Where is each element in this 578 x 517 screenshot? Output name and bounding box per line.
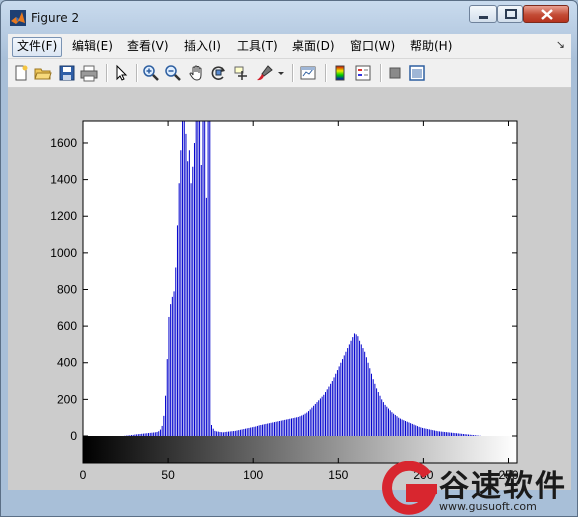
data-cursor-icon[interactable] [233, 64, 251, 82]
open-file-icon[interactable] [34, 64, 52, 82]
menu-edit[interactable]: 编辑(E) [68, 37, 117, 55]
gusu-logo-icon [382, 461, 437, 515]
y-tick-label: 1000 [50, 246, 77, 260]
hide-plot-tools-icon[interactable] [386, 64, 404, 82]
select-arrow-icon[interactable] [112, 64, 130, 82]
y-tick-label: 400 [57, 356, 77, 370]
pan-hand-icon[interactable] [188, 64, 206, 82]
colorbar-icon[interactable] [331, 64, 349, 82]
x-tick-label: 0 [80, 468, 87, 482]
x-tick-label: 150 [328, 468, 348, 482]
rotate-3d-icon[interactable] [210, 64, 228, 82]
close-icon [541, 9, 553, 20]
figure-window: Figure 2 文件(F) 编辑(E) 查看(V) 插入(I) 工具(T) 桌… [0, 0, 578, 517]
brush-icon[interactable] [256, 64, 274, 82]
x-tick-label: 50 [161, 468, 175, 482]
y-tick-label: 0 [70, 429, 77, 443]
new-figure-icon[interactable] [12, 64, 30, 82]
plot-area [83, 121, 517, 463]
minimize-button[interactable] [469, 5, 497, 23]
watermark: 谷速软件 www.gusuoft.com [373, 459, 577, 516]
menu-desktop[interactable]: 桌面(D) [288, 37, 339, 55]
watermark-brand: 谷速软件 [439, 469, 567, 504]
brush-dropdown-icon[interactable] [276, 64, 286, 82]
toolbar-separator [380, 64, 382, 82]
y-tick-label: 200 [57, 392, 77, 406]
zoom-in-icon[interactable] [142, 64, 160, 82]
watermark-url: www.gusuoft.com [439, 500, 537, 513]
menu-help[interactable]: 帮助(H) [406, 37, 456, 55]
close-button[interactable] [523, 5, 569, 23]
link-plot-icon[interactable] [299, 64, 317, 82]
toolbar-separator [136, 64, 138, 82]
menu-window[interactable]: 窗口(W) [346, 37, 399, 55]
menu-insert[interactable]: 插入(I) [180, 37, 225, 55]
menu-bar: 文件(F) 编辑(E) 查看(V) 插入(I) 工具(T) 桌面(D) 窗口(W… [8, 34, 571, 59]
histogram-axes[interactable]: 020040060080010001200140016000 50 100 150 20… [8, 88, 571, 490]
y-tick-label: 600 [57, 319, 77, 333]
toolbar [8, 59, 571, 88]
print-icon[interactable] [80, 64, 98, 82]
menu-view[interactable]: 查看(V) [123, 37, 173, 55]
y-tick-label: 1400 [50, 173, 77, 187]
matlab-logo-icon [10, 10, 26, 26]
y-tick-label: 800 [57, 282, 77, 296]
toolbar-separator [292, 64, 294, 82]
save-icon[interactable] [58, 64, 76, 82]
title-bar[interactable]: Figure 2 [1, 1, 577, 33]
maximize-icon [505, 9, 517, 19]
show-plot-tools-icon[interactable] [408, 64, 426, 82]
minimize-icon [479, 16, 488, 19]
menu-file[interactable]: 文件(F) [12, 37, 63, 57]
figure-canvas[interactable]: 0 200 400 600 800 1000 1200 1400 1600 0 50 100 150 20… [8, 88, 571, 490]
y-tick-label: 1600 [50, 136, 77, 150]
y-tick-label: 1200 [50, 209, 77, 223]
menu-overflow-icon[interactable]: ↘ [556, 38, 565, 51]
maximize-button[interactable] [497, 5, 523, 23]
window-title: Figure 2 [31, 11, 80, 25]
zoom-out-icon[interactable] [164, 64, 182, 82]
toolbar-separator [106, 64, 108, 82]
toolbar-separator [325, 64, 327, 82]
x-tick-label: 100 [243, 468, 263, 482]
legend-icon[interactable] [354, 64, 372, 82]
menu-tools[interactable]: 工具(T) [233, 37, 282, 55]
